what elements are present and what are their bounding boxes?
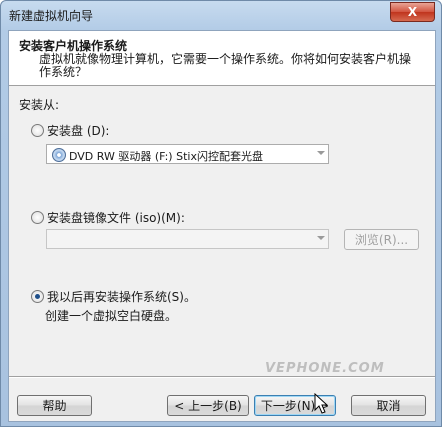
close-button[interactable]: X xyxy=(390,2,435,22)
mouse-cursor-icon xyxy=(314,393,328,414)
install-disc-label[interactable]: 安装盘 (D): xyxy=(47,122,109,139)
install-disc-radio[interactable] xyxy=(31,124,44,137)
page-description: 虚拟机就像物理计算机，它需要一个操作系统。你将如何安装客户机操作系统？ xyxy=(39,52,412,79)
chevron-down-icon xyxy=(317,151,325,155)
install-later-description: 创建一个虚拟空白硬盘。 xyxy=(45,309,178,323)
install-later-radio[interactable] xyxy=(31,290,44,303)
wizard-window: 新建虚拟机向导 X 安装客户机操作系统 虚拟机就像物理计算机，它需要一个操作系统… xyxy=(0,0,442,427)
title-bar: 新建虚拟机向导 X xyxy=(1,1,441,29)
footer-divider xyxy=(9,376,435,378)
help-button[interactable]: 帮助 xyxy=(17,395,92,416)
disc-drive-select[interactable]: DVD RW 驱动器 (F:) Stix闪控配套光盘 xyxy=(46,144,329,164)
wizard-content: 安装客户机操作系统 虚拟机就像物理计算机，它需要一个操作系统。你将如何安装客户机… xyxy=(8,30,436,422)
iso-path-select[interactable] xyxy=(46,229,329,249)
dvd-drive-icon xyxy=(52,148,66,162)
back-button[interactable]: < 上一步(B) xyxy=(167,395,249,416)
install-later-label[interactable]: 我以后再安装操作系统(S)。 xyxy=(47,288,196,305)
install-iso-radio[interactable] xyxy=(31,211,44,224)
window-title: 新建虚拟机向导 xyxy=(9,9,94,23)
install-from-label: 安装从: xyxy=(19,98,60,112)
browse-button[interactable]: 浏览(R)... xyxy=(344,229,419,250)
chevron-down-icon xyxy=(317,236,325,240)
cancel-button[interactable]: 取消 xyxy=(351,395,426,416)
install-iso-label[interactable]: 安装盘镜像文件 (iso)(M): xyxy=(47,209,185,226)
close-icon: X xyxy=(407,5,418,19)
disc-drive-value: DVD RW 驱动器 (F:) Stix闪控配套光盘 xyxy=(69,150,263,163)
header-panel: 安装客户机操作系统 虚拟机就像物理计算机，它需要一个操作系统。你将如何安装客户机… xyxy=(9,31,435,86)
watermark-text: VEPHONE.COM xyxy=(265,361,385,376)
